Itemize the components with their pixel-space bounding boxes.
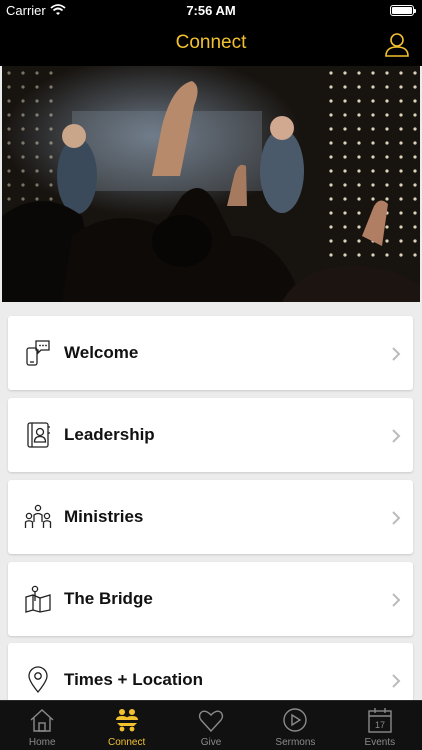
- chevron-right-icon: [392, 429, 401, 443]
- chevron-right-icon: [392, 674, 401, 688]
- list-item-label: Ministries: [64, 507, 144, 526]
- tab-label: Events: [364, 737, 396, 748]
- page-title: Connect: [175, 32, 247, 53]
- tab-home[interactable]: Home: [0, 701, 84, 750]
- heart-icon: [198, 710, 224, 733]
- tab-bar: Home Connect Give Sermons 17 Events: [0, 700, 422, 750]
- chevron-right-icon: [392, 593, 401, 607]
- list-item-label: Times + Location: [64, 670, 204, 689]
- profile-icon[interactable]: [384, 31, 410, 57]
- calendar-icon: 17: [368, 708, 392, 733]
- location-pin-icon: [28, 666, 48, 694]
- battery-icon: [390, 5, 416, 16]
- tab-label: Connect: [107, 737, 146, 748]
- phone-chat-icon: [26, 340, 50, 366]
- hero-image: [2, 66, 420, 302]
- play-icon: [283, 708, 308, 732]
- tab-label: Sermons: [275, 737, 316, 748]
- tab-label: Give: [200, 737, 222, 748]
- tab-connect[interactable]: Connect: [84, 701, 168, 750]
- list-item-label: Welcome: [64, 343, 139, 362]
- list-item-label: Leadership: [64, 425, 155, 444]
- navigation-bar: Connect: [0, 22, 422, 66]
- tab-give[interactable]: Give: [169, 701, 253, 750]
- worship-photo: [2, 66, 420, 302]
- list-item-label: The Bridge: [64, 589, 153, 608]
- people-group-icon: [24, 504, 52, 528]
- tab-label: Home: [28, 737, 56, 748]
- status-bar: Carrier 7:56 AM: [0, 0, 422, 22]
- home-icon: [30, 709, 54, 732]
- list-item-welcome[interactable]: Welcome: [8, 316, 413, 390]
- chevron-right-icon: [392, 511, 401, 525]
- list-item-leadership[interactable]: Leadership: [8, 398, 413, 472]
- tab-events[interactable]: 17 Events: [338, 701, 422, 750]
- contact-book-icon: [27, 422, 50, 448]
- status-time: 7:56 AM: [186, 3, 236, 18]
- tab-sermons[interactable]: Sermons: [253, 701, 337, 750]
- chevron-right-icon: [392, 347, 401, 361]
- calendar-day: 17: [375, 720, 385, 730]
- list-item-the-bridge[interactable]: The Bridge: [8, 562, 413, 636]
- map-pin-icon: [25, 585, 51, 613]
- list-item-ministries[interactable]: Ministries: [8, 480, 413, 554]
- connect-icon: [115, 709, 138, 732]
- battery-fill: [392, 7, 412, 14]
